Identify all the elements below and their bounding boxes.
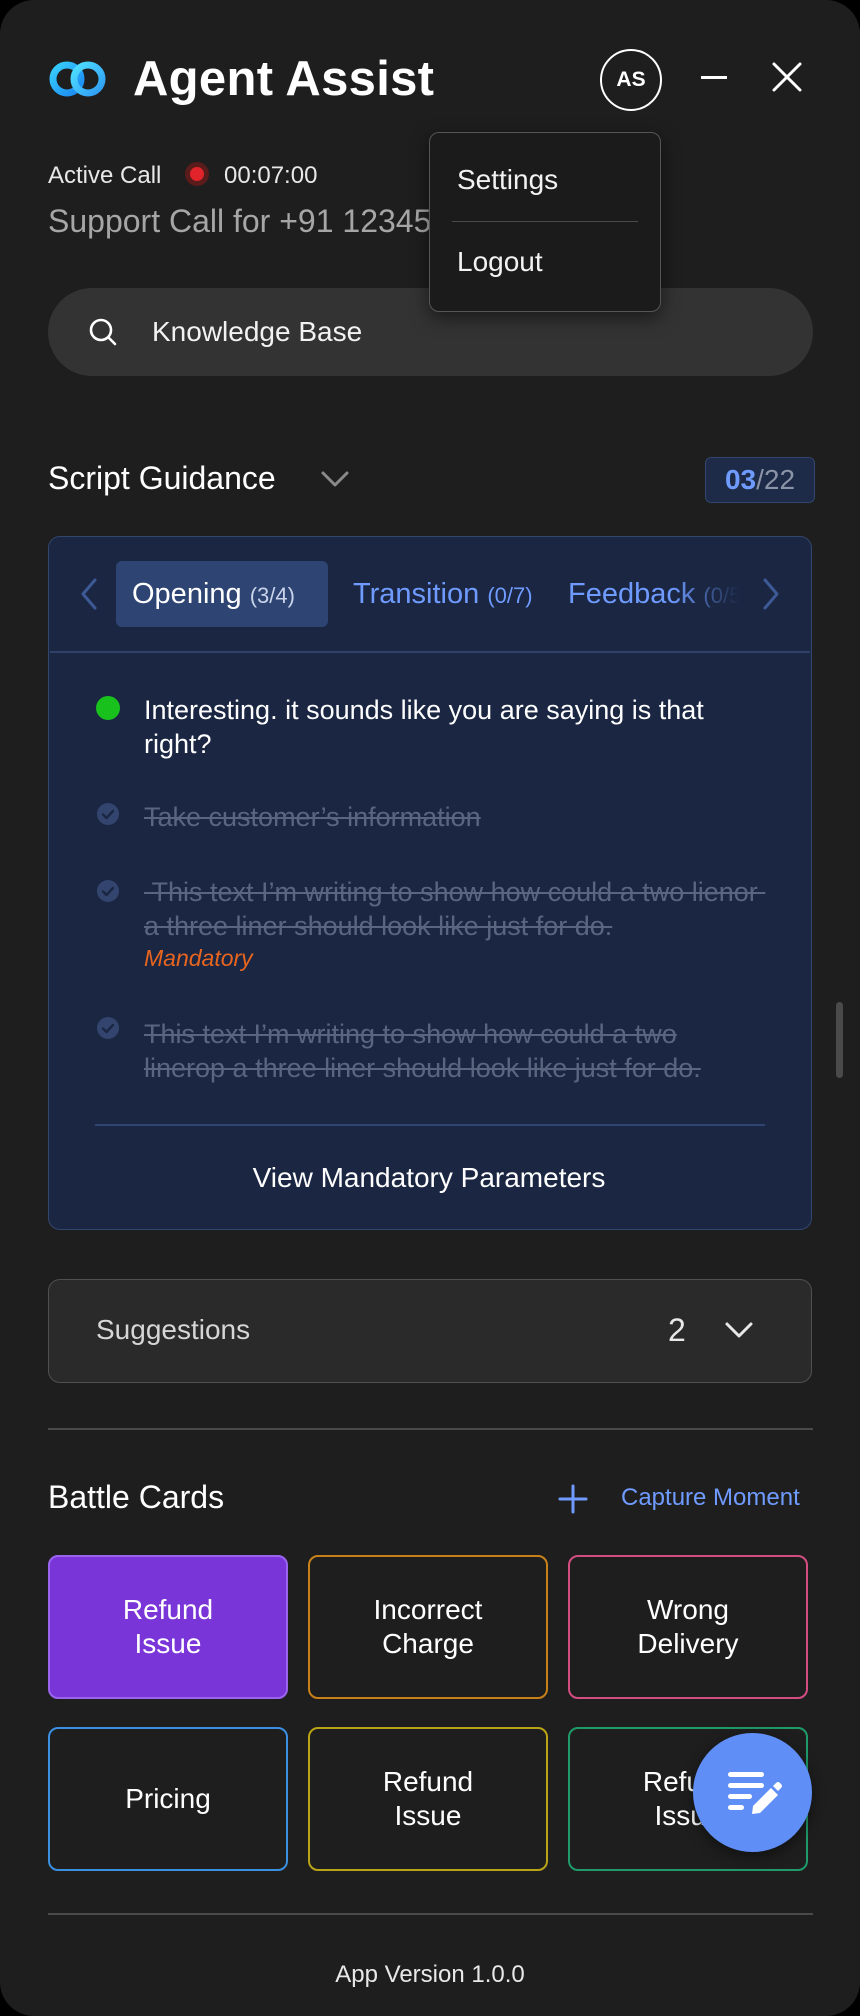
script-progress-counter: 03/22 [705,457,815,503]
agent-assist-window: Agent Assist AS Active Call 00:07:00 Sup… [0,0,860,2016]
tab-transition[interactable]: Transition (0/7) [353,577,533,613]
chevron-down-icon[interactable] [320,468,350,490]
battle-card-label: Wrong Delivery [637,1594,739,1659]
script-guidance-title[interactable]: Script Guidance [48,458,276,498]
chevron-left-icon[interactable] [78,576,100,612]
tab-label: Feedback [568,578,696,610]
battle-card-label: Refund Issue [122,1594,214,1659]
search-icon [89,318,117,346]
notes-edit-icon [727,1771,782,1814]
mandatory-tag: Mandatory [144,945,253,971]
counter-separator: / [756,464,764,495]
scrollbar-thumb[interactable] [836,1002,843,1078]
counter-total: 22 [763,464,796,495]
capture-moment-button[interactable]: Capture Moment [621,1483,800,1513]
minimize-icon [701,75,727,79]
call-timer: 00:07:00 [224,162,318,189]
suggestions-count: 2 [668,1312,686,1348]
check-circle-icon [97,803,119,825]
battle-cards-title: Battle Cards [48,1479,225,1515]
tab-count: (0/5) [703,583,740,608]
tab-feedback[interactable]: Feedback (0/5) [568,577,740,613]
panel-divider [95,1124,765,1126]
battle-card-label: Incorrect Charge [373,1594,483,1659]
recording-indicator-icon [185,162,209,186]
footer-divider [48,1913,813,1915]
chevron-right-icon[interactable] [760,576,782,612]
tab-count: (0/7) [487,583,533,608]
search-input[interactable]: Knowledge Base [152,315,362,349]
tab-count: (3/4) [249,583,295,608]
script-item-done: Take customer’s information [144,802,481,832]
battle-card-label: Pricing [125,1783,211,1814]
suggestions-label: Suggestions [96,1314,251,1345]
battle-card[interactable]: Refund Issue [48,1555,288,1699]
check-circle-icon [97,1017,119,1039]
counter-current: 03 [724,464,757,495]
battle-card[interactable]: Incorrect Charge [308,1555,548,1699]
battle-card[interactable]: Pricing [48,1727,288,1871]
section-divider [48,1428,813,1430]
menu-item-logout[interactable]: Logout [457,245,543,279]
plus-icon[interactable] [557,1483,589,1515]
app-version: App Version 1.0.0 [335,1961,525,1988]
close-icon [772,62,802,92]
call-status-label: Active Call [48,162,162,189]
avatar[interactable]: AS [600,49,662,111]
menu-divider [452,221,638,222]
close-button[interactable] [771,61,803,93]
script-item-active: Interesting. it sounds like you are sayi… [144,695,704,759]
notes-fab-button[interactable] [693,1733,812,1852]
avatar-dropdown-menu: Settings Logout [429,132,661,312]
app-title: Agent Assist [133,52,435,106]
battle-card[interactable]: Wrong Delivery [568,1555,808,1699]
tab-opening[interactable]: Opening (3/4) [132,577,295,613]
check-circle-icon [97,880,119,902]
menu-item-settings[interactable]: Settings [457,163,558,197]
script-item-done: This text I’m writing to show how could … [144,877,766,941]
view-mandatory-parameters-button[interactable]: View Mandatory Parameters [48,1160,810,1196]
active-step-dot-icon [96,696,120,720]
minimize-button[interactable] [700,62,728,92]
tab-label: Transition [353,578,480,610]
script-item-done: This text I’m writing to show how could … [144,1019,701,1083]
chevron-down-icon[interactable] [724,1319,754,1341]
logo-icon [49,61,106,97]
battle-card[interactable]: Refund Issue [308,1727,548,1871]
battle-card-label: Refund Issue [382,1766,474,1831]
tab-label: Opening [132,578,242,610]
tabs-divider [50,651,810,653]
